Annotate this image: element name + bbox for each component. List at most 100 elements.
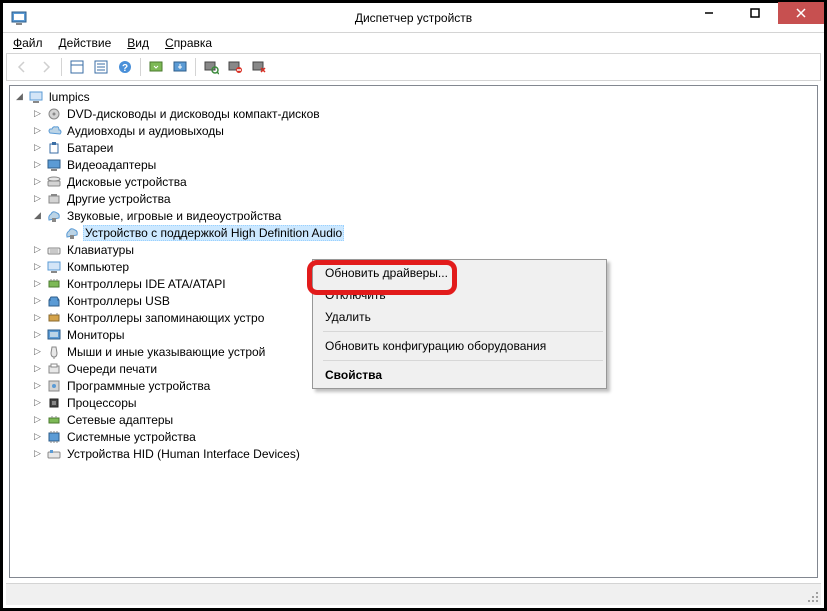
ctx-separator — [323, 331, 603, 332]
expand-icon[interactable]: ▷ — [32, 295, 43, 306]
tree-root[interactable]: ◢ lumpics — [10, 88, 817, 105]
menu-view[interactable]: Вид — [119, 35, 157, 51]
tree-node-label: Контроллеры запоминающих устро — [65, 311, 266, 325]
toolbar-btn-4[interactable] — [169, 56, 191, 78]
expand-icon[interactable]: ▷ — [32, 244, 43, 255]
tree-node[interactable]: ▷ Процессоры — [10, 394, 817, 411]
ctx-delete[interactable]: Удалить — [315, 306, 604, 328]
tree-node[interactable]: ▷ Устройства HID (Human Interface Devices… — [10, 445, 817, 462]
toolbar-btn-1[interactable] — [66, 56, 88, 78]
context-menu: Обновить драйверы... Отключить Удалить О… — [312, 259, 607, 389]
toolbar-disable-button[interactable] — [224, 56, 246, 78]
tree-root-label: lumpics — [47, 90, 92, 104]
collapse-icon[interactable]: ◢ — [14, 91, 25, 102]
toolbar-btn-3[interactable] — [145, 56, 167, 78]
toolbar-help-button[interactable]: ? — [114, 56, 136, 78]
resize-grip[interactable] — [801, 584, 821, 605]
ctx-rescan[interactable]: Обновить конфигурацию оборудования — [315, 335, 604, 357]
device-category-icon — [46, 123, 62, 139]
device-category-icon — [46, 242, 62, 258]
tree-node-label: Аудиовходы и аудиовыходы — [65, 124, 226, 138]
device-category-icon — [46, 395, 62, 411]
computer-icon — [28, 89, 44, 105]
device-category-icon — [46, 259, 62, 275]
app-icon — [11, 10, 27, 26]
ctx-separator — [323, 360, 603, 361]
tree-node[interactable]: ▷ Батареи — [10, 139, 817, 156]
tree-node-label: Очереди печати — [65, 362, 159, 376]
ctx-disable[interactable]: Отключить — [315, 284, 604, 306]
toolbar-btn-2[interactable] — [90, 56, 112, 78]
expand-icon[interactable]: ▷ — [32, 261, 43, 272]
tree-node-label: DVD-дисководы и дисководы компакт-дисков — [65, 107, 322, 121]
menu-action[interactable]: Действие — [51, 35, 120, 51]
svg-text:?: ? — [122, 63, 128, 74]
tree-node[interactable]: ▷Системные устройства — [10, 428, 817, 445]
device-category-icon — [46, 191, 62, 207]
tree-node-label: Контроллеры IDE ATA/ATAPI — [65, 277, 228, 291]
device-category-icon — [46, 157, 62, 173]
device-category-icon — [46, 174, 62, 190]
expand-icon[interactable]: ▷ — [32, 278, 43, 289]
collapse-icon[interactable]: ◢ — [32, 210, 43, 221]
expand-icon[interactable]: ▷ — [32, 448, 43, 459]
minimize-button[interactable] — [686, 2, 732, 24]
tree-node-label: Звуковые, игровые и видеоустройства — [65, 209, 283, 223]
toolbar-scan-button[interactable] — [200, 56, 222, 78]
device-category-icon — [46, 361, 62, 377]
menu-help[interactable]: Справка — [157, 35, 220, 51]
tree-node[interactable]: ▷ Сетевые адаптеры — [10, 411, 817, 428]
expand-icon[interactable]: ▷ — [32, 142, 43, 153]
device-category-icon — [46, 446, 62, 462]
tree-node[interactable]: ▷ Аудиовходы и аудиовыходы — [10, 122, 817, 139]
statusbar — [6, 583, 821, 605]
device-category-icon — [46, 293, 62, 309]
tree-node-label: Устройства HID (Human Interface Devices) — [65, 447, 302, 461]
back-button — [11, 56, 33, 78]
tree-node-label: Другие устройства — [65, 192, 173, 206]
tree-node[interactable]: ▷Дисковые устройства — [10, 173, 817, 190]
expand-icon[interactable]: ▷ — [32, 108, 43, 119]
tree-node[interactable]: ◢ Звуковые, игровые и видеоустройства — [10, 207, 817, 224]
tree-node-label: Мониторы — [65, 328, 126, 342]
expand-icon[interactable]: ▷ — [32, 414, 43, 425]
window-controls — [686, 3, 824, 32]
expand-icon[interactable]: ▷ — [32, 397, 43, 408]
tree-node-label: Процессоры — [65, 396, 139, 410]
device-category-icon — [46, 140, 62, 156]
forward-button — [35, 56, 57, 78]
expand-icon[interactable]: ▷ — [32, 329, 43, 340]
expand-icon[interactable]: ▷ — [32, 431, 43, 442]
tree-node-label: Сетевые адаптеры — [65, 413, 175, 427]
close-button[interactable] — [778, 2, 824, 24]
tree-node-label: Видеоадаптеры — [65, 158, 158, 172]
expand-icon[interactable]: ▷ — [32, 346, 43, 357]
tree-node-label: Батареи — [65, 141, 115, 155]
expand-icon[interactable]: ▷ — [32, 312, 43, 323]
expand-icon[interactable]: ▷ — [32, 193, 43, 204]
menu-file[interactable]: Файл — [5, 35, 51, 51]
ctx-properties[interactable]: Свойства — [315, 364, 604, 386]
expand-icon[interactable]: ▷ — [32, 159, 43, 170]
expand-icon[interactable]: ▷ — [32, 125, 43, 136]
device-category-icon — [46, 310, 62, 326]
expand-icon[interactable]: ▷ — [32, 380, 43, 391]
toolbar: ? — [6, 53, 821, 81]
tree-node-selected[interactable]: Устройство с поддержкой High Definition … — [10, 224, 817, 241]
window-title: Диспетчер устройств — [355, 11, 472, 25]
tree-node-label: Клавиатуры — [65, 243, 136, 257]
tree-node-label: Мыши и иные указывающие устрой — [65, 345, 267, 359]
device-category-icon — [46, 344, 62, 360]
tree-node[interactable]: ▷ DVD-дисководы и дисководы компакт-диско… — [10, 105, 817, 122]
maximize-button[interactable] — [732, 2, 778, 24]
tree-node[interactable]: ▷ Клавиатуры — [10, 241, 817, 258]
titlebar: Диспетчер устройств — [3, 3, 824, 33]
expand-icon[interactable]: ▷ — [32, 176, 43, 187]
expand-icon[interactable]: ▷ — [32, 363, 43, 374]
tree-node[interactable]: ▷ Другие устройства — [10, 190, 817, 207]
ctx-update-drivers[interactable]: Обновить драйверы... — [315, 262, 604, 284]
tree-node[interactable]: ▷ Видеоадаптеры — [10, 156, 817, 173]
toolbar-uninstall-button[interactable] — [248, 56, 270, 78]
tree-node-label: Контроллеры USB — [65, 294, 172, 308]
tree-node-label: Программные устройства — [65, 379, 212, 393]
